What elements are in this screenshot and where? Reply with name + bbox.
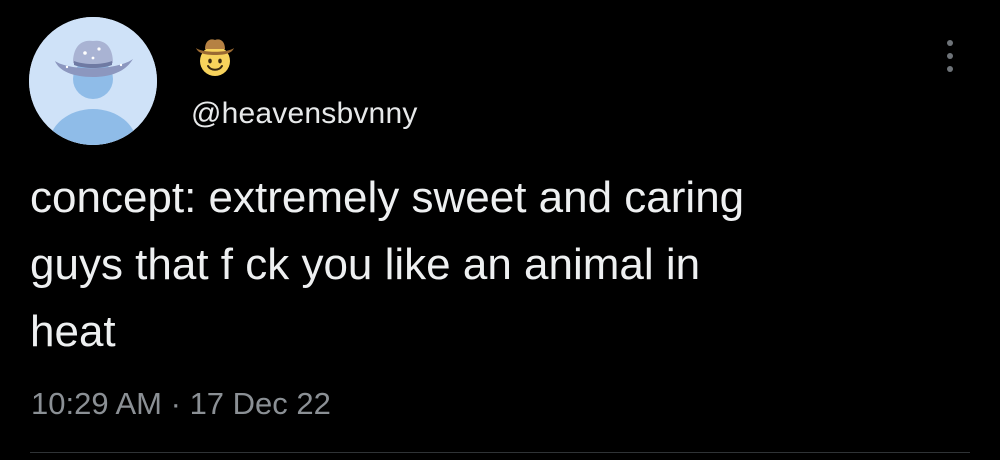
user-handle[interactable]: @heavensbvnny (191, 96, 418, 132)
tweet-metadata: 10:29 AM · 17 Dec 22 (31, 384, 331, 424)
divider (30, 452, 970, 453)
avatar-image (29, 17, 157, 145)
vertical-ellipsis-icon[interactable] (938, 38, 962, 74)
meta-separator: · (170, 386, 181, 421)
tweet-card: @heavensbvnny concept: extremely sweet a… (0, 0, 1000, 460)
avatar[interactable] (29, 17, 157, 145)
tweet-time[interactable]: 10:29 AM (31, 386, 162, 421)
cowboy-hat-face-icon (192, 34, 238, 80)
tweet-date[interactable]: 17 Dec 22 (190, 386, 331, 421)
tweet-text: concept: extremely sweet and caring guys… (30, 173, 745, 356)
